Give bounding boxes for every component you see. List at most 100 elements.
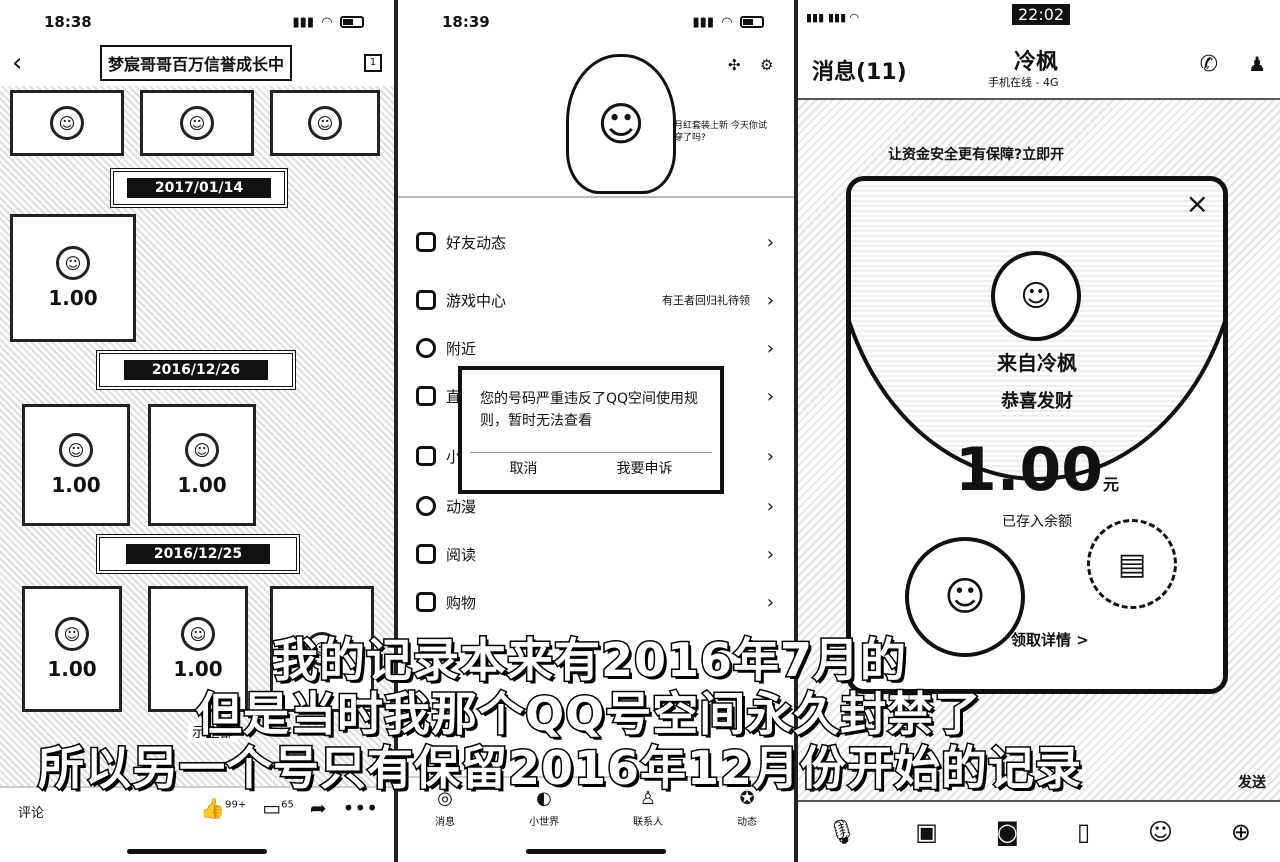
chevron-right-icon: › (766, 385, 774, 407)
phone-icon[interactable]: ✆ (1200, 52, 1218, 77)
appeal-button[interactable]: 我要申诉 (617, 458, 673, 478)
redpacket-card[interactable]: ☺ 1.00 (22, 586, 122, 712)
qq-penguin-icon: ☺ (56, 246, 90, 280)
date-plate: 2016/12/26 (96, 350, 296, 390)
image-icon[interactable]: ▣ (915, 818, 938, 846)
book-icon (416, 544, 436, 564)
menu-item-label: 阅读 (446, 545, 477, 564)
contact-status: 手机在线 - 4G (988, 76, 1059, 89)
microphone-icon[interactable]: 🎙 (827, 818, 857, 846)
signal-icon: ▮▮▮ (692, 14, 714, 30)
redpacket-card[interactable]: ☺ (140, 90, 254, 156)
location-pin-icon (416, 338, 436, 358)
date-label: 2016/12/26 (123, 360, 269, 380)
status-time: 18:38 (44, 13, 92, 31)
signal-icon: ▮▮▮ ▮▮▮ ◠ (806, 10, 859, 24)
redpacket-card[interactable]: ☺ 1.00 (22, 404, 130, 526)
comment-button[interactable]: 评论 (18, 802, 44, 821)
plus-icon[interactable]: ⊕ (1231, 818, 1251, 846)
status-bar: 18:39 ▮▮▮ ◠ (398, 0, 794, 44)
wifi-icon: ◠ (322, 14, 332, 30)
gamepad-icon (416, 290, 436, 310)
like-button[interactable]: 👍99+ (200, 796, 246, 820)
thumbs-up-icon: 👍 (200, 796, 226, 820)
security-notice[interactable]: 让资金安全更有保障?立即开 (888, 144, 1064, 164)
share-icon[interactable]: ➦ (310, 796, 327, 820)
redpacket-amount: 1.00元 (851, 435, 1223, 505)
claim-details-link[interactable]: 领取详情 > (1011, 629, 1089, 650)
chevron-right-icon: › (766, 231, 774, 253)
wifi-icon: ◠ (722, 14, 732, 30)
menu-item-reading[interactable]: 阅读 › (398, 530, 794, 578)
house-icon (416, 446, 436, 466)
qq-penguin-icon: ☺ (55, 617, 89, 651)
calendar-icon[interactable]: 1 (364, 54, 382, 72)
home-indicator (526, 849, 666, 854)
laughing-face-icon: ☺ (905, 537, 1025, 657)
post-actions: 👍99+ ▭65 ➦ ••• (200, 796, 378, 820)
home-indicator (127, 849, 267, 854)
redpacket-amount: 1.00 (51, 473, 101, 497)
menu-item-game-center[interactable]: 游戏中心 有王者回归礼待领 › (398, 276, 794, 324)
dress-up-icon[interactable]: ✣ (728, 56, 741, 74)
profile-icon[interactable]: ♟ (1248, 52, 1266, 76)
back-button[interactable]: 消息(11) (812, 54, 907, 86)
tab-label: 消息 (435, 817, 455, 828)
settings-icon[interactable]: ⚙ (760, 56, 773, 74)
cartoon-avatar[interactable]: ☺ (566, 54, 676, 194)
friend-feed-icon (416, 232, 436, 252)
menu-item-label: 购物 (446, 593, 477, 612)
chevron-right-icon: › (766, 337, 774, 359)
tab-label: 联系人 (633, 817, 663, 828)
menu-item-shopping[interactable]: 购物 › (398, 578, 794, 626)
menu-item-nearby[interactable]: 附近 › (398, 324, 794, 372)
redpacket-amount: 1.00 (47, 657, 97, 681)
amount-unit: 元 (1103, 475, 1120, 494)
amount-value: 1.00 (954, 435, 1104, 505)
back-icon[interactable]: ‹ (12, 48, 22, 78)
battery-icon (340, 16, 364, 28)
comment-count: 65 (281, 799, 294, 811)
more-icon[interactable]: ••• (343, 796, 378, 820)
menu-item-note: 有王者回归礼待领 (662, 294, 750, 307)
status-icons: ▮▮▮ ◠ (293, 15, 364, 30)
redpacket-card[interactable]: ☺ (10, 90, 124, 156)
menu-item-label: 附近 (446, 339, 477, 358)
emoji-icon[interactable]: ☺ (1148, 818, 1173, 846)
tab-messages[interactable]: ◎ 消息 (435, 788, 455, 862)
cancel-button[interactable]: 取消 (510, 458, 538, 478)
send-button[interactable]: 发送 (1238, 772, 1266, 792)
menu-item-label: 好友动态 (446, 233, 507, 252)
signal-icon: ▮▮▮ (292, 14, 314, 30)
tab-dynamic[interactable]: ✪ 动态 (737, 788, 757, 862)
status-icons: ▮▮▮ ◠ (693, 15, 764, 30)
chevron-right-icon: › (766, 445, 774, 467)
speech-bubble[interactable]: 月红套装上新 今天你试穿了吗? (674, 120, 770, 144)
status-bar: 18:38 ▮▮▮ ◠ (0, 0, 394, 44)
redpacket-card[interactable]: ☺ (270, 90, 380, 156)
redpacket-card[interactable]: ☺ 1.00 (10, 214, 136, 342)
redpacket-card[interactable]: ☺ 1.00 (148, 404, 256, 526)
camera-icon[interactable]: ◙ (996, 818, 1019, 846)
menu-item-label: 游戏中心 (446, 291, 507, 310)
date-plate: 2017/01/14 (110, 168, 288, 208)
qq-penguin-icon: ☺ (50, 106, 84, 140)
speech-bubble-icon: ▭ (262, 796, 282, 820)
sender-avatar: ☺ (991, 251, 1081, 341)
dialog-message: 您的号码严重违反了QQ空间使用规则，暂时无法查看 (480, 391, 699, 429)
tab-label: 动态 (737, 817, 757, 828)
status-time: 22:02 (1012, 4, 1071, 25)
qq-penguin-icon: ☺ (180, 106, 214, 140)
redpacket-icon[interactable]: ▯ (1077, 818, 1090, 846)
menu-item-friend-feed[interactable]: 好友动态 › (398, 218, 794, 266)
chevron-right-icon: › (766, 495, 774, 517)
comment-count-button[interactable]: ▭65 (262, 796, 294, 820)
profile-header: ☺ 月红套装上新 今天你试穿了吗? ✣ ⚙ (398, 44, 794, 196)
close-icon[interactable]: × (1186, 187, 1209, 220)
redpacket-amount: 1.00 (48, 286, 98, 310)
chevron-right-icon: › (766, 591, 774, 613)
redpacket-sender: 来自冷枫 (997, 351, 1077, 375)
date-label: 2016/12/25 (125, 544, 271, 564)
saved-to-balance: 已存入余额 (1002, 514, 1072, 530)
page-title: 梦宸哥哥百万信誉成长中 (100, 45, 292, 81)
